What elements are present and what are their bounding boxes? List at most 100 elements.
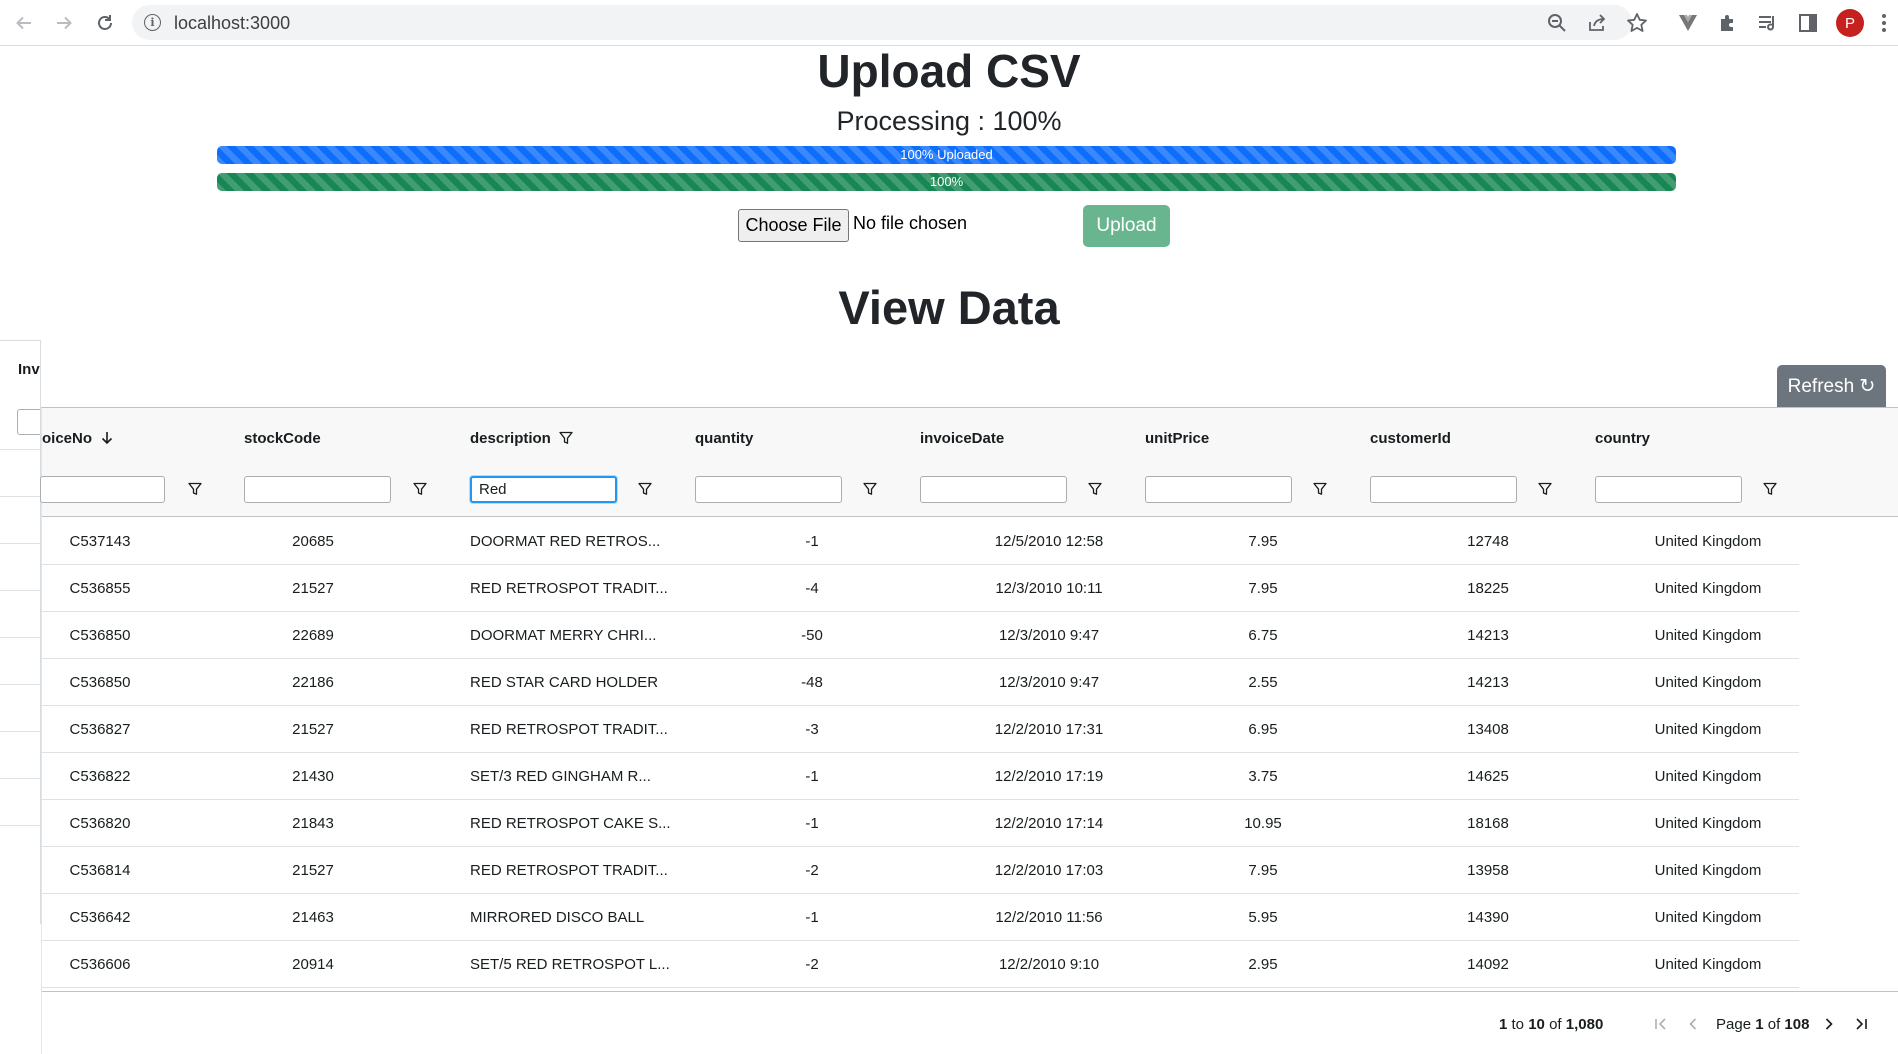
table-cell: 22186 (292, 674, 334, 691)
partial-grid-filter-input[interactable] (17, 409, 40, 435)
table-cell: 13958 (1467, 862, 1509, 879)
column-header-country[interactable]: country (1595, 426, 1650, 450)
column-header-invoiceDate[interactable]: invoiceDate (920, 426, 1004, 450)
table-cell: -1 (805, 768, 819, 785)
share-icon[interactable] (1585, 11, 1609, 35)
grid-header: oiceNo stockCode description quantity in… (40, 408, 1898, 517)
column-header-unitPrice[interactable]: unitPrice (1145, 426, 1209, 450)
row-to-word: to (1511, 1016, 1525, 1033)
table-cell: 18225 (1467, 580, 1509, 597)
address-bar[interactable]: i localhost:3000 (132, 5, 1647, 40)
divider (0, 449, 40, 450)
filter-icon[interactable] (860, 479, 880, 499)
table-cell: United Kingdom (1654, 533, 1762, 550)
page-count: 108 (1784, 1016, 1810, 1033)
table-cell: 20685 (292, 533, 334, 550)
table-cell: -1 (805, 533, 819, 550)
column-header-label: country (1595, 429, 1651, 447)
side-panel-icon[interactable] (1795, 10, 1821, 36)
next-page-icon[interactable] (1819, 1014, 1839, 1034)
reload-icon[interactable] (91, 9, 119, 37)
filter-input-unitPrice[interactable] (1145, 476, 1292, 503)
filter-icon[interactable] (635, 479, 655, 499)
extensions-puzzle-icon[interactable] (1715, 10, 1741, 36)
table-cell: 22689 (292, 627, 334, 644)
page-indicator: Page 1 of 108 (1716, 1016, 1809, 1033)
table-row[interactable]: C536850 22689 DOORMAT MERRY CHRI... -50 12/3… (42, 612, 1799, 659)
filter-input-description[interactable]: Red (470, 476, 617, 503)
divider (0, 590, 40, 591)
choose-file-button[interactable]: Choose File (738, 209, 849, 242)
processing-progress-bar: 100% (217, 173, 1676, 191)
table-cell: RED RETROSPOT TRADIT... (470, 862, 668, 879)
table-cell: C536822 (69, 768, 131, 785)
table-cell: -48 (801, 674, 823, 691)
table-row[interactable]: C536820 21843 RED RETROSPOT CAKE S... -1 12/… (42, 800, 1799, 847)
previous-page-icon[interactable] (1683, 1014, 1703, 1034)
table-cell: 21527 (292, 721, 334, 738)
table-cell: 3.75 (1248, 768, 1278, 785)
divider (0, 825, 40, 826)
table-cell: 21463 (292, 909, 334, 926)
table-cell: -1 (805, 815, 819, 832)
column-header-customerId[interactable]: customerId (1370, 426, 1451, 450)
column-header-stockCode[interactable]: stockCode (244, 426, 321, 450)
table-row[interactable]: C536850 22186 RED STAR CARD HOLDER -48 12/3/… (42, 659, 1799, 706)
upload-button[interactable]: Upload (1083, 205, 1170, 247)
filter-icon[interactable] (185, 479, 205, 499)
back-arrow-icon[interactable] (10, 9, 38, 37)
column-header-quantity[interactable]: quantity (695, 426, 753, 450)
filter-icon[interactable] (1760, 479, 1780, 499)
column-header-description[interactable]: description (470, 426, 573, 450)
address-bar-url[interactable]: localhost:3000 (174, 13, 290, 34)
table-cell: C536855 (69, 580, 131, 597)
refresh-button[interactable]: Refresh ↻ (1777, 365, 1886, 407)
file-status-text: No file chosen (853, 213, 968, 233)
filter-input-stockCode[interactable] (244, 476, 391, 503)
table-cell: MIRRORED DISCO BALL (470, 909, 645, 926)
filter-icon[interactable] (410, 479, 430, 499)
table-cell: SET/3 RED GINGHAM R... (470, 768, 651, 785)
more-menu-icon[interactable] (1877, 10, 1891, 36)
filter-input-invoiceDate[interactable] (920, 476, 1067, 503)
filter-input-invoiceNo[interactable] (40, 476, 165, 503)
table-cell: -2 (805, 956, 819, 973)
filter-active-icon (559, 431, 573, 444)
filter-icon[interactable] (1535, 479, 1555, 499)
filter-input-country[interactable] (1595, 476, 1742, 503)
divider (0, 731, 40, 732)
zoom-icon[interactable] (1545, 11, 1569, 35)
table-row[interactable]: C536822 21430 SET/3 RED GINGHAM R... -1 12/2… (42, 753, 1799, 800)
table-row[interactable]: C536814 21527 RED RETROSPOT TRADIT... -2 12/… (42, 847, 1799, 894)
table-row[interactable]: C536855 21527 RED RETROSPOT TRADIT... -4 12/… (42, 565, 1799, 612)
table-row[interactable]: C536642 21463 MIRRORED DISCO BALL -1 12/2/20… (42, 894, 1799, 941)
last-page-icon[interactable] (1851, 1014, 1871, 1034)
table-cell: 13408 (1467, 721, 1509, 738)
column-header-label: oiceNo (42, 429, 93, 447)
filter-icon[interactable] (1310, 479, 1330, 499)
table-cell: SET/5 RED RETROSPOT L... (470, 956, 670, 973)
table-row[interactable]: C536827 21527 RED RETROSPOT TRADIT... -3 12/… (42, 706, 1799, 753)
processing-progress-fill: 100% (217, 173, 1676, 191)
extension-vue-icon[interactable] (1675, 10, 1701, 36)
table-cell: 12748 (1467, 533, 1509, 550)
forward-arrow-icon[interactable] (50, 9, 78, 37)
filter-icon[interactable] (1085, 479, 1105, 499)
table-cell: 7.95 (1248, 580, 1278, 597)
table-cell: 14213 (1467, 627, 1509, 644)
table-cell: C536820 (69, 815, 131, 832)
bookmark-star-icon[interactable] (1625, 11, 1649, 35)
table-row[interactable]: C537143 20685 DOORMAT RED RETROS... -1 12/5/… (42, 518, 1799, 565)
column-header-invoiceNo[interactable]: oiceNo (42, 426, 114, 450)
filter-input-quantity[interactable] (695, 476, 842, 503)
site-info-icon[interactable]: i (144, 14, 161, 31)
filter-input-customerId[interactable] (1370, 476, 1517, 503)
data-grid: oiceNo stockCode description quantity in… (40, 407, 1898, 1054)
column-header-label: stockCode (244, 429, 321, 447)
profile-avatar[interactable]: P (1836, 9, 1864, 37)
table-cell: -50 (801, 627, 823, 644)
table-row[interactable]: C536606 20914 SET/5 RED RETROSPOT L... -2 12… (42, 941, 1799, 988)
first-page-icon[interactable] (1651, 1014, 1671, 1034)
reading-list-icon[interactable] (1755, 10, 1781, 36)
upload-progress-fill: 100% Uploaded (217, 146, 1676, 164)
